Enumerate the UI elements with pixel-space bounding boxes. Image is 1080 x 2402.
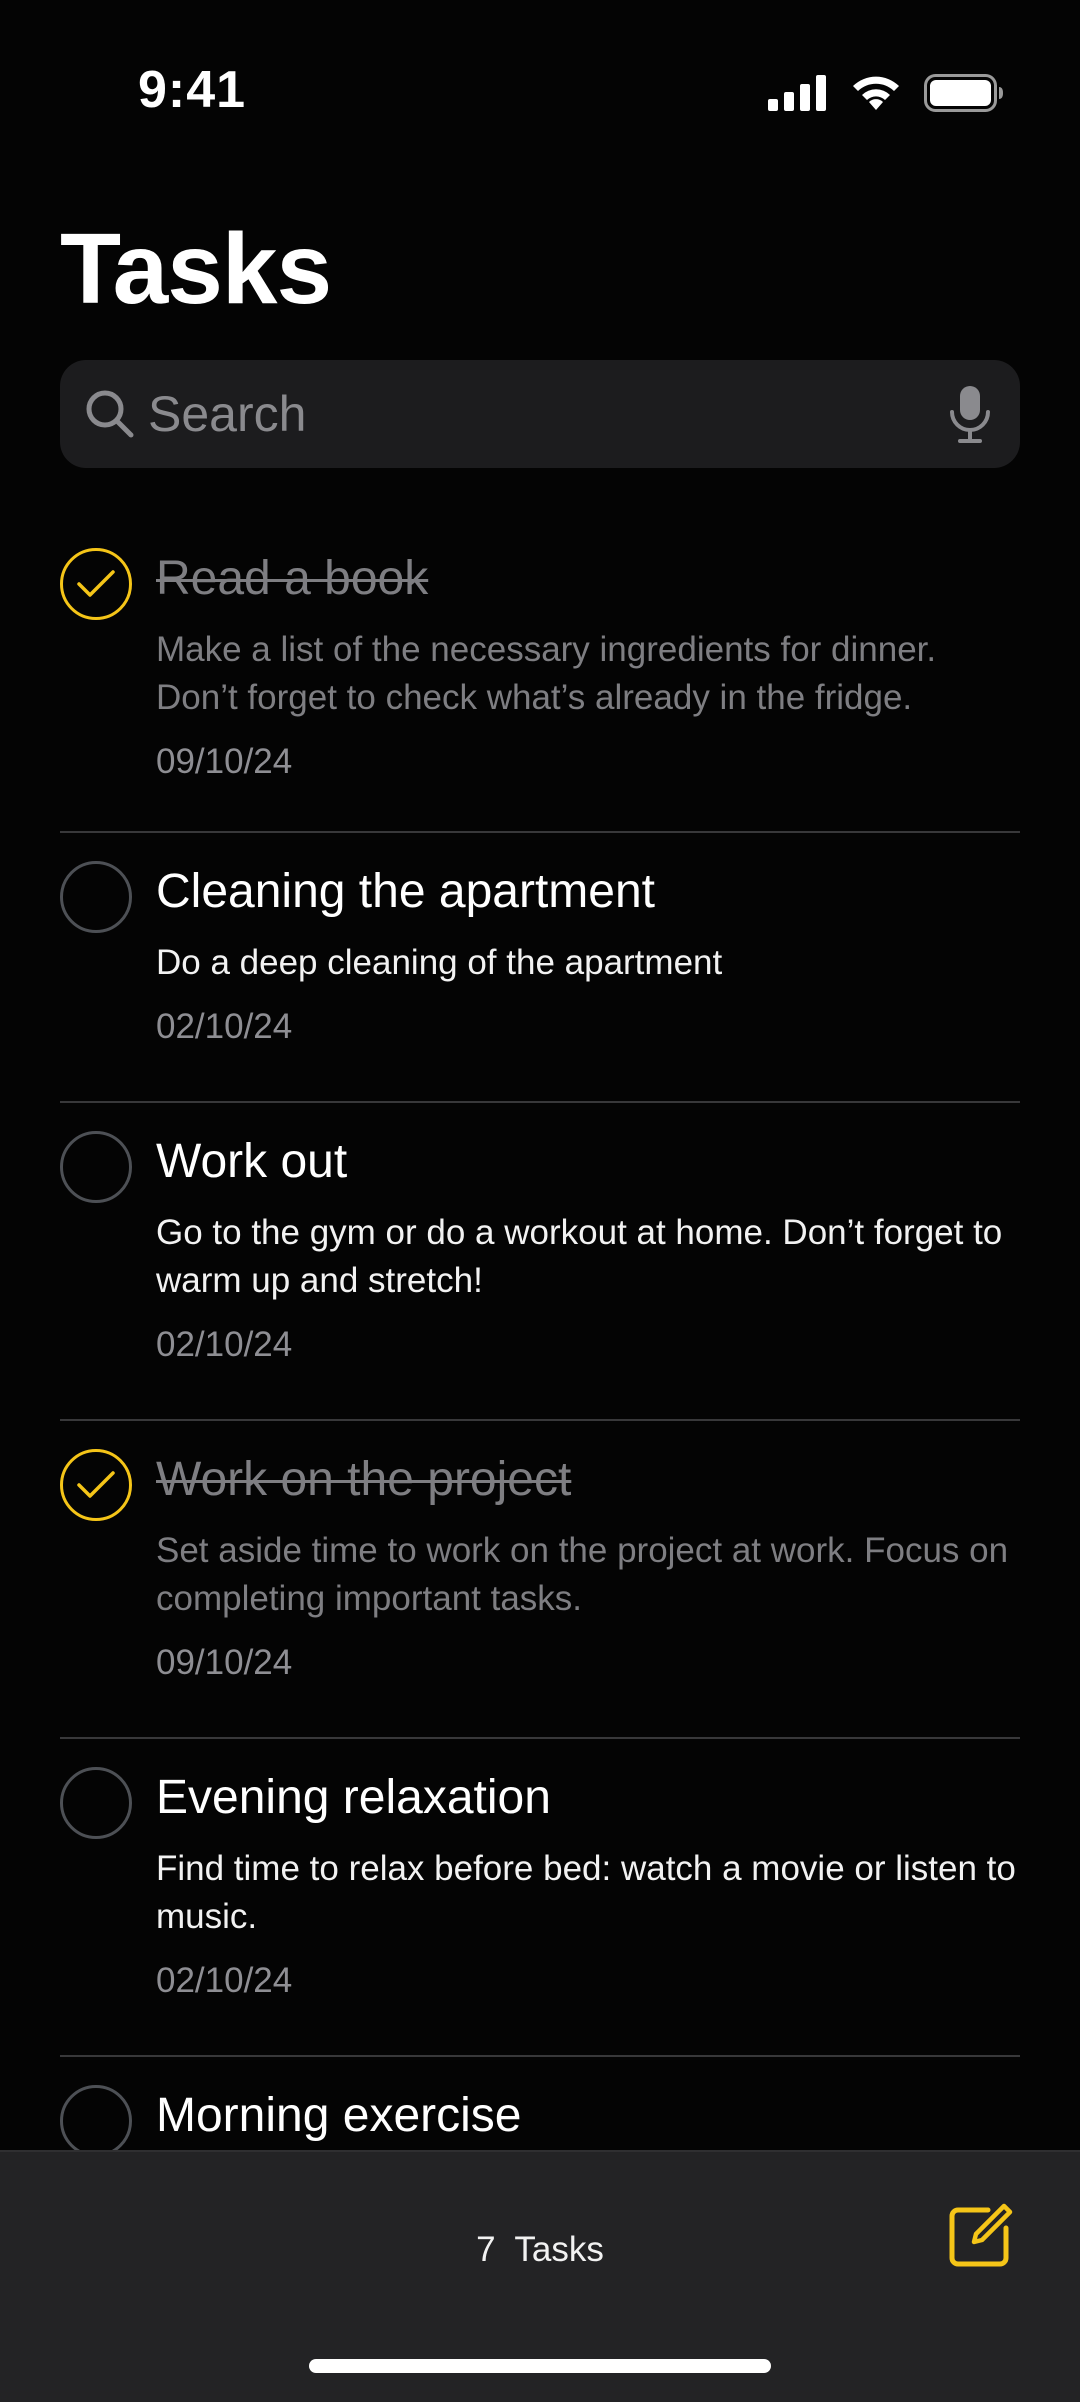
task-date: 02/10/24 (156, 1325, 293, 1364)
task-checkbox[interactable] (60, 548, 132, 620)
status-bar: 9:41 (0, 0, 1080, 140)
page-title: Tasks (60, 213, 332, 325)
home-indicator[interactable] (309, 2359, 771, 2373)
task-item[interactable]: Work out Go to the gym or do a workout a… (60, 1103, 1020, 1421)
task-item[interactable]: Evening relaxation Find time to relax be… (60, 1739, 1020, 2057)
microphone-icon[interactable] (948, 384, 992, 444)
task-title: Evening relaxation (156, 1771, 551, 1824)
task-title: Read a book (156, 552, 429, 605)
task-description: Find time to relax before bed: watch a m… (156, 1849, 1016, 1936)
checkmark-icon (77, 1471, 115, 1498)
task-item[interactable]: Read a book Make a list of the necessary… (60, 520, 1020, 833)
task-title: Work out (156, 1135, 348, 1188)
task-count: 7 Tasks (476, 2230, 604, 2269)
search-icon (86, 390, 134, 438)
search-input[interactable] (146, 360, 988, 468)
task-checkbox[interactable] (60, 1131, 132, 1203)
task-title: Cleaning the apartment (156, 865, 655, 918)
new-task-button[interactable] (944, 2200, 1016, 2272)
task-item[interactable]: Cleaning the apartment Do a deep cleanin… (60, 833, 1020, 1103)
task-title: Morning exercise (156, 2089, 522, 2142)
task-checkbox[interactable] (60, 2085, 132, 2157)
search-bar[interactable] (60, 360, 1020, 468)
task-list: Read a book Make a list of the necessary… (60, 520, 1020, 2257)
task-checkbox[interactable] (60, 861, 132, 933)
task-title: Work on the project (156, 1453, 572, 1506)
checkmark-icon (77, 570, 115, 597)
task-date: 02/10/24 (156, 1961, 293, 2000)
task-description: Set aside time to work on the project at… (156, 1531, 1009, 1618)
status-time: 9:41 (138, 61, 247, 119)
task-checkbox[interactable] (60, 1449, 132, 1521)
compose-icon (949, 2203, 1013, 2267)
task-checkbox[interactable] (60, 1767, 132, 1839)
status-icons (768, 74, 1004, 112)
task-description: Do a deep cleaning of the apartment (156, 943, 723, 982)
battery-icon (924, 74, 1003, 112)
task-date: 02/10/24 (156, 1007, 293, 1046)
cellular-signal-icon (768, 75, 826, 111)
task-description: Go to the gym or do a workout at home. D… (156, 1213, 1003, 1300)
task-item[interactable]: Work on the project Set aside time to wo… (60, 1421, 1020, 1739)
wifi-icon (853, 76, 899, 110)
task-date: 09/10/24 (156, 1643, 293, 1682)
task-description: Make a list of the necessary ingredients… (156, 630, 937, 717)
task-date: 09/10/24 (156, 742, 293, 781)
